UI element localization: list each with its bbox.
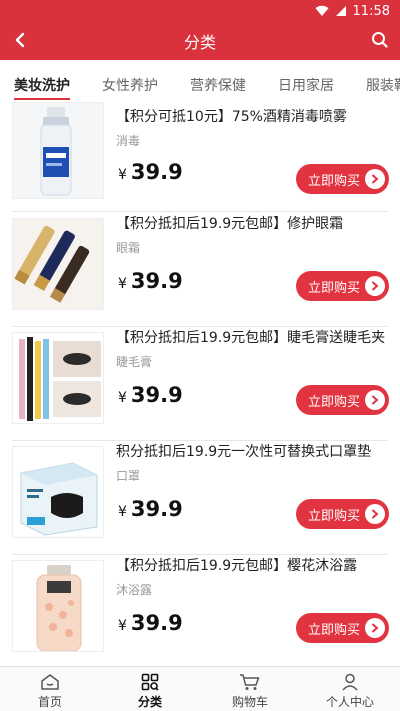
buy-now-label: 立即购买 bbox=[308, 508, 361, 524]
cart-icon bbox=[240, 674, 260, 690]
search-button[interactable] bbox=[368, 28, 392, 52]
bottom-nav: 首页 分类 购物车 个人中心 bbox=[0, 666, 400, 711]
product-item[interactable]: 【积分可抵10元】75%酒精消毒喷雾 消毒 ¥39.9 立即购买 bbox=[0, 102, 400, 216]
nav-home[interactable]: 首页 bbox=[0, 667, 100, 711]
product-price: ¥39.9 bbox=[118, 160, 183, 184]
product-category: 眼霜 bbox=[116, 241, 141, 255]
cell-signal-icon bbox=[335, 6, 346, 16]
page-title: 分类 bbox=[183, 33, 216, 52]
nav-label: 分类 bbox=[137, 695, 162, 709]
product-category: 口罩 bbox=[116, 469, 141, 483]
status-bar: 11:58 bbox=[0, 0, 400, 22]
app-bar: 分类 bbox=[0, 22, 400, 60]
product-price: ¥39.9 bbox=[118, 611, 183, 635]
wifi-icon bbox=[315, 5, 329, 17]
tab-nutrition[interactable]: 营养保健 bbox=[190, 60, 246, 102]
chevron-right-icon bbox=[365, 618, 385, 638]
product-price: ¥39.9 bbox=[118, 383, 183, 407]
price-value: 39.9 bbox=[130, 497, 183, 521]
nav-cart[interactable]: 购物车 bbox=[200, 667, 300, 711]
tab-clothing[interactable]: 服装鞋 bbox=[366, 60, 400, 102]
nav-label: 首页 bbox=[37, 695, 62, 709]
back-button[interactable] bbox=[8, 28, 32, 52]
buy-now-label: 立即购买 bbox=[308, 394, 361, 410]
user-icon bbox=[342, 673, 358, 691]
nav-category[interactable]: 分类 bbox=[100, 667, 200, 711]
product-category: 消毒 bbox=[116, 134, 141, 148]
product-image[interactable] bbox=[12, 218, 104, 310]
search-icon bbox=[372, 32, 388, 48]
product-category: 睫毛膏 bbox=[116, 355, 153, 369]
price-value: 39.9 bbox=[130, 383, 183, 407]
product-list[interactable]: 【积分可抵10元】75%酒精消毒喷雾 消毒 ¥39.9 立即购买 【积分抵扣后1… bbox=[0, 102, 400, 666]
tab-label: 日用家居 bbox=[278, 78, 334, 94]
product-name: 积分抵扣后19.9元一次性可替换式口罩垫 bbox=[116, 444, 372, 460]
nav-label: 购物车 bbox=[231, 695, 268, 709]
tab-label: 女性养护 bbox=[102, 78, 158, 94]
product-name: 【积分抵扣后19.9元包邮】修护眼霜 bbox=[116, 216, 344, 232]
tab-label: 美妆洗护 bbox=[14, 78, 70, 94]
category-icon bbox=[141, 673, 159, 691]
price-value: 39.9 bbox=[130, 611, 183, 635]
product-image[interactable] bbox=[12, 102, 104, 199]
chevron-left-icon bbox=[15, 32, 25, 48]
buy-now-label: 立即购买 bbox=[308, 622, 361, 638]
tab-women-care[interactable]: 女性养护 bbox=[102, 60, 158, 102]
chevron-right-icon bbox=[365, 390, 385, 410]
home-icon bbox=[41, 674, 59, 690]
nav-profile[interactable]: 个人中心 bbox=[300, 667, 400, 711]
product-image[interactable] bbox=[12, 446, 104, 538]
currency-symbol: ¥ bbox=[118, 276, 127, 292]
price-value: 39.9 bbox=[130, 269, 183, 293]
buy-now-button[interactable]: 立即购买 bbox=[296, 385, 389, 415]
active-tab-indicator bbox=[14, 98, 70, 100]
product-item[interactable]: 【积分抵扣后19.9元包邮】修护眼霜 眼霜 ¥39.9 立即购买 bbox=[0, 213, 400, 327]
buy-now-label: 立即购买 bbox=[308, 280, 361, 296]
tab-home-goods[interactable]: 日用家居 bbox=[278, 60, 334, 102]
product-price: ¥39.9 bbox=[118, 269, 183, 293]
buy-now-button[interactable]: 立即购买 bbox=[296, 499, 389, 529]
product-item[interactable]: 【积分抵扣后19.9元包邮】睫毛膏送睫毛夹 睫毛膏 ¥39.9 立即购买 bbox=[0, 327, 400, 441]
currency-symbol: ¥ bbox=[118, 504, 127, 520]
currency-symbol: ¥ bbox=[118, 618, 127, 634]
tab-label: 营养保健 bbox=[190, 78, 246, 94]
buy-now-button[interactable]: 立即购买 bbox=[296, 613, 389, 643]
product-image[interactable] bbox=[12, 332, 104, 424]
chevron-right-icon bbox=[365, 276, 385, 296]
tab-beauty[interactable]: 美妆洗护 bbox=[14, 60, 70, 102]
chevron-right-icon bbox=[365, 169, 385, 189]
divider bbox=[12, 211, 388, 212]
product-name: 【积分可抵10元】75%酒精消毒喷雾 bbox=[116, 109, 347, 125]
product-name: 【积分抵扣后19.9元包邮】樱花沐浴露 bbox=[116, 558, 358, 574]
chevron-right-icon bbox=[365, 504, 385, 524]
currency-symbol: ¥ bbox=[118, 390, 127, 406]
buy-now-label: 立即购买 bbox=[308, 173, 361, 189]
product-item[interactable]: 积分抵扣后19.9元一次性可替换式口罩垫 口罩 ¥39.9 立即购买 bbox=[0, 441, 400, 555]
product-category: 沐浴露 bbox=[116, 583, 153, 597]
status-time: 11:58 bbox=[352, 3, 390, 19]
buy-now-button[interactable]: 立即购买 bbox=[296, 164, 389, 194]
tab-label: 服装鞋 bbox=[366, 78, 400, 94]
currency-symbol: ¥ bbox=[118, 167, 127, 183]
product-price: ¥39.9 bbox=[118, 497, 183, 521]
category-tabs: 美妆洗护 女性养护 营养保健 日用家居 服装鞋 bbox=[0, 60, 400, 102]
nav-label: 个人中心 bbox=[325, 695, 374, 709]
price-value: 39.9 bbox=[130, 160, 183, 184]
buy-now-button[interactable]: 立即购买 bbox=[296, 271, 389, 301]
product-image[interactable] bbox=[12, 560, 104, 652]
product-item[interactable]: 【积分抵扣后19.9元包邮】樱花沐浴露 沐浴露 ¥39.9 立即购买 bbox=[0, 555, 400, 666]
product-name: 【积分抵扣后19.9元包邮】睫毛膏送睫毛夹 bbox=[116, 330, 386, 346]
